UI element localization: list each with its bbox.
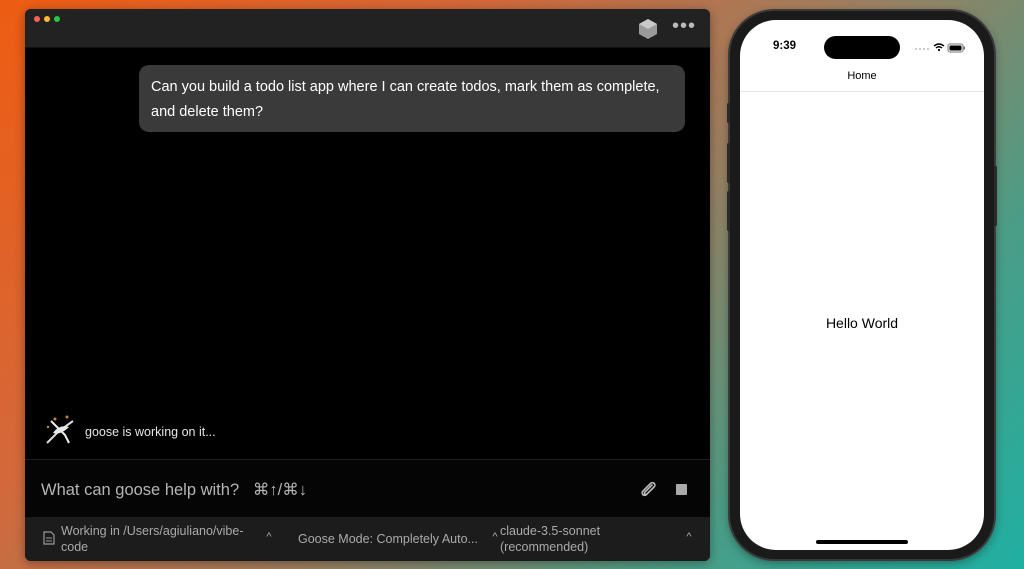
goose-mode-selector[interactable]: Goose Mode: Completely Auto... <box>298 532 478 546</box>
user-message-text: Can you build a todo list app where I ca… <box>151 79 660 120</box>
status-bar: Working in /Users/agiuliano/vibe-code ^ … <box>25 517 710 561</box>
more-options-icon[interactable]: ••• <box>672 16 696 38</box>
dynamic-island <box>824 36 900 59</box>
action-button <box>727 103 730 123</box>
side-button <box>994 166 997 226</box>
chat-input[interactable] <box>39 472 603 508</box>
working-indicator: goose is working on it... <box>43 413 343 449</box>
title-bar: ••• <box>25 9 710 48</box>
status-icons <box>915 43 965 53</box>
document-icon <box>43 531 55 545</box>
chevron-up-icon[interactable]: ^ <box>263 531 275 543</box>
goose-working-icon <box>46 415 74 444</box>
phone-screen: 9:39 Home Hello World <box>740 20 984 550</box>
zoom-window-button[interactable] <box>54 16 60 22</box>
nav-title: Home <box>847 70 877 82</box>
stop-icon[interactable] <box>676 484 687 495</box>
hello-text: Hello World <box>825 315 899 331</box>
home-indicator[interactable] <box>816 540 908 544</box>
volume-up-button <box>727 143 730 183</box>
navigation-bar: Home <box>740 60 984 92</box>
chevron-up-icon[interactable]: ^ <box>683 531 695 543</box>
paperclip-icon[interactable] <box>637 479 659 501</box>
minimize-window-button[interactable] <box>44 16 50 22</box>
close-window-button[interactable] <box>34 16 40 22</box>
working-status-text: goose is working on it... <box>85 425 216 439</box>
model-selector[interactable]: claude-3.5-sonnet (recommended) <box>500 523 650 555</box>
goose-app-window: ••• Can you build a todo list app where … <box>25 9 710 561</box>
user-message-bubble: Can you build a todo list app where I ca… <box>139 65 685 132</box>
chat-input-area <box>25 459 710 518</box>
status-time: 9:39 <box>773 40 797 52</box>
volume-down-button <box>727 191 730 231</box>
iphone-simulator: 9:39 Home Hello World <box>727 11 997 559</box>
goose-logo-icon[interactable] <box>637 18 659 40</box>
working-directory-label[interactable]: Working in /Users/agiuliano/vibe-code <box>61 523 261 555</box>
